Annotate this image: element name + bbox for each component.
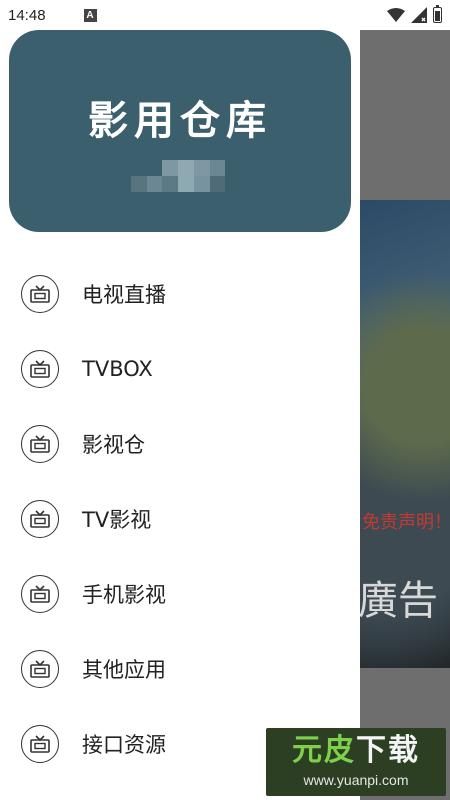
menu-item-label: 电视直播 bbox=[82, 282, 166, 307]
watermark-title-part1: 元皮 bbox=[292, 733, 356, 768]
tv-icon bbox=[21, 724, 59, 763]
drawer-title: 影用仓库 bbox=[88, 97, 272, 144]
menu-item-label: TV影视 bbox=[82, 507, 152, 532]
notification-placeholder-icon bbox=[55, 5, 76, 25]
status-icons bbox=[387, 5, 442, 23]
menu-item-tvbox[interactable]: TVBOX bbox=[0, 331, 360, 406]
tv-icon bbox=[21, 574, 59, 613]
app-notification-icon: A bbox=[83, 8, 97, 22]
watermark-url: www.yuanpi.com bbox=[303, 772, 409, 788]
signal-icon bbox=[411, 7, 427, 23]
menu-item-label: 影视仓 bbox=[82, 432, 145, 457]
tv-icon bbox=[21, 349, 59, 388]
drawer-menu-list: 电视直播 TVBOX 影视仓 TV影视 手机影视 其他应用 接口资源 bbox=[0, 256, 360, 781]
menu-item-label: 接口资源 bbox=[82, 732, 166, 757]
menu-item-label: 其他应用 bbox=[82, 657, 166, 682]
tv-icon bbox=[21, 499, 59, 538]
watermark-title: 元皮下载 bbox=[292, 736, 420, 766]
menu-item-tv-yingshi[interactable]: TV影视 bbox=[0, 481, 360, 556]
background-disclaimer-text: 免责声明！ bbox=[362, 512, 450, 533]
tv-icon bbox=[21, 424, 59, 463]
menu-item-tv-live[interactable]: 电视直播 bbox=[0, 256, 360, 331]
status-bar: 14:48 A bbox=[0, 0, 450, 30]
menu-item-label: 手机影视 bbox=[82, 582, 166, 607]
drawer-header: 影用仓库 bbox=[9, 30, 351, 232]
status-time: 14:48 bbox=[8, 6, 46, 24]
menu-item-mobile-yingshi[interactable]: 手机影视 bbox=[0, 556, 360, 631]
watermark-title-part2: 下载 bbox=[356, 733, 420, 768]
watermark-logo: 元皮下载 www.yuanpi.com bbox=[266, 728, 446, 796]
background-ad-text: 廣告 bbox=[358, 578, 438, 624]
wifi-icon bbox=[387, 8, 405, 22]
tv-icon bbox=[21, 274, 59, 313]
menu-item-label: TVBOX bbox=[82, 356, 153, 381]
tv-icon bbox=[21, 649, 59, 688]
menu-item-yingshicang[interactable]: 影视仓 bbox=[0, 406, 360, 481]
navigation-drawer: 影用仓库 电视直播 TVBOX 影视仓 TV影视 手机影视 其他应用 接口资源 bbox=[0, 30, 360, 800]
battery-icon bbox=[433, 5, 442, 23]
drawer-subtitle-mosaic bbox=[131, 160, 241, 192]
menu-item-other-apps[interactable]: 其他应用 bbox=[0, 631, 360, 706]
